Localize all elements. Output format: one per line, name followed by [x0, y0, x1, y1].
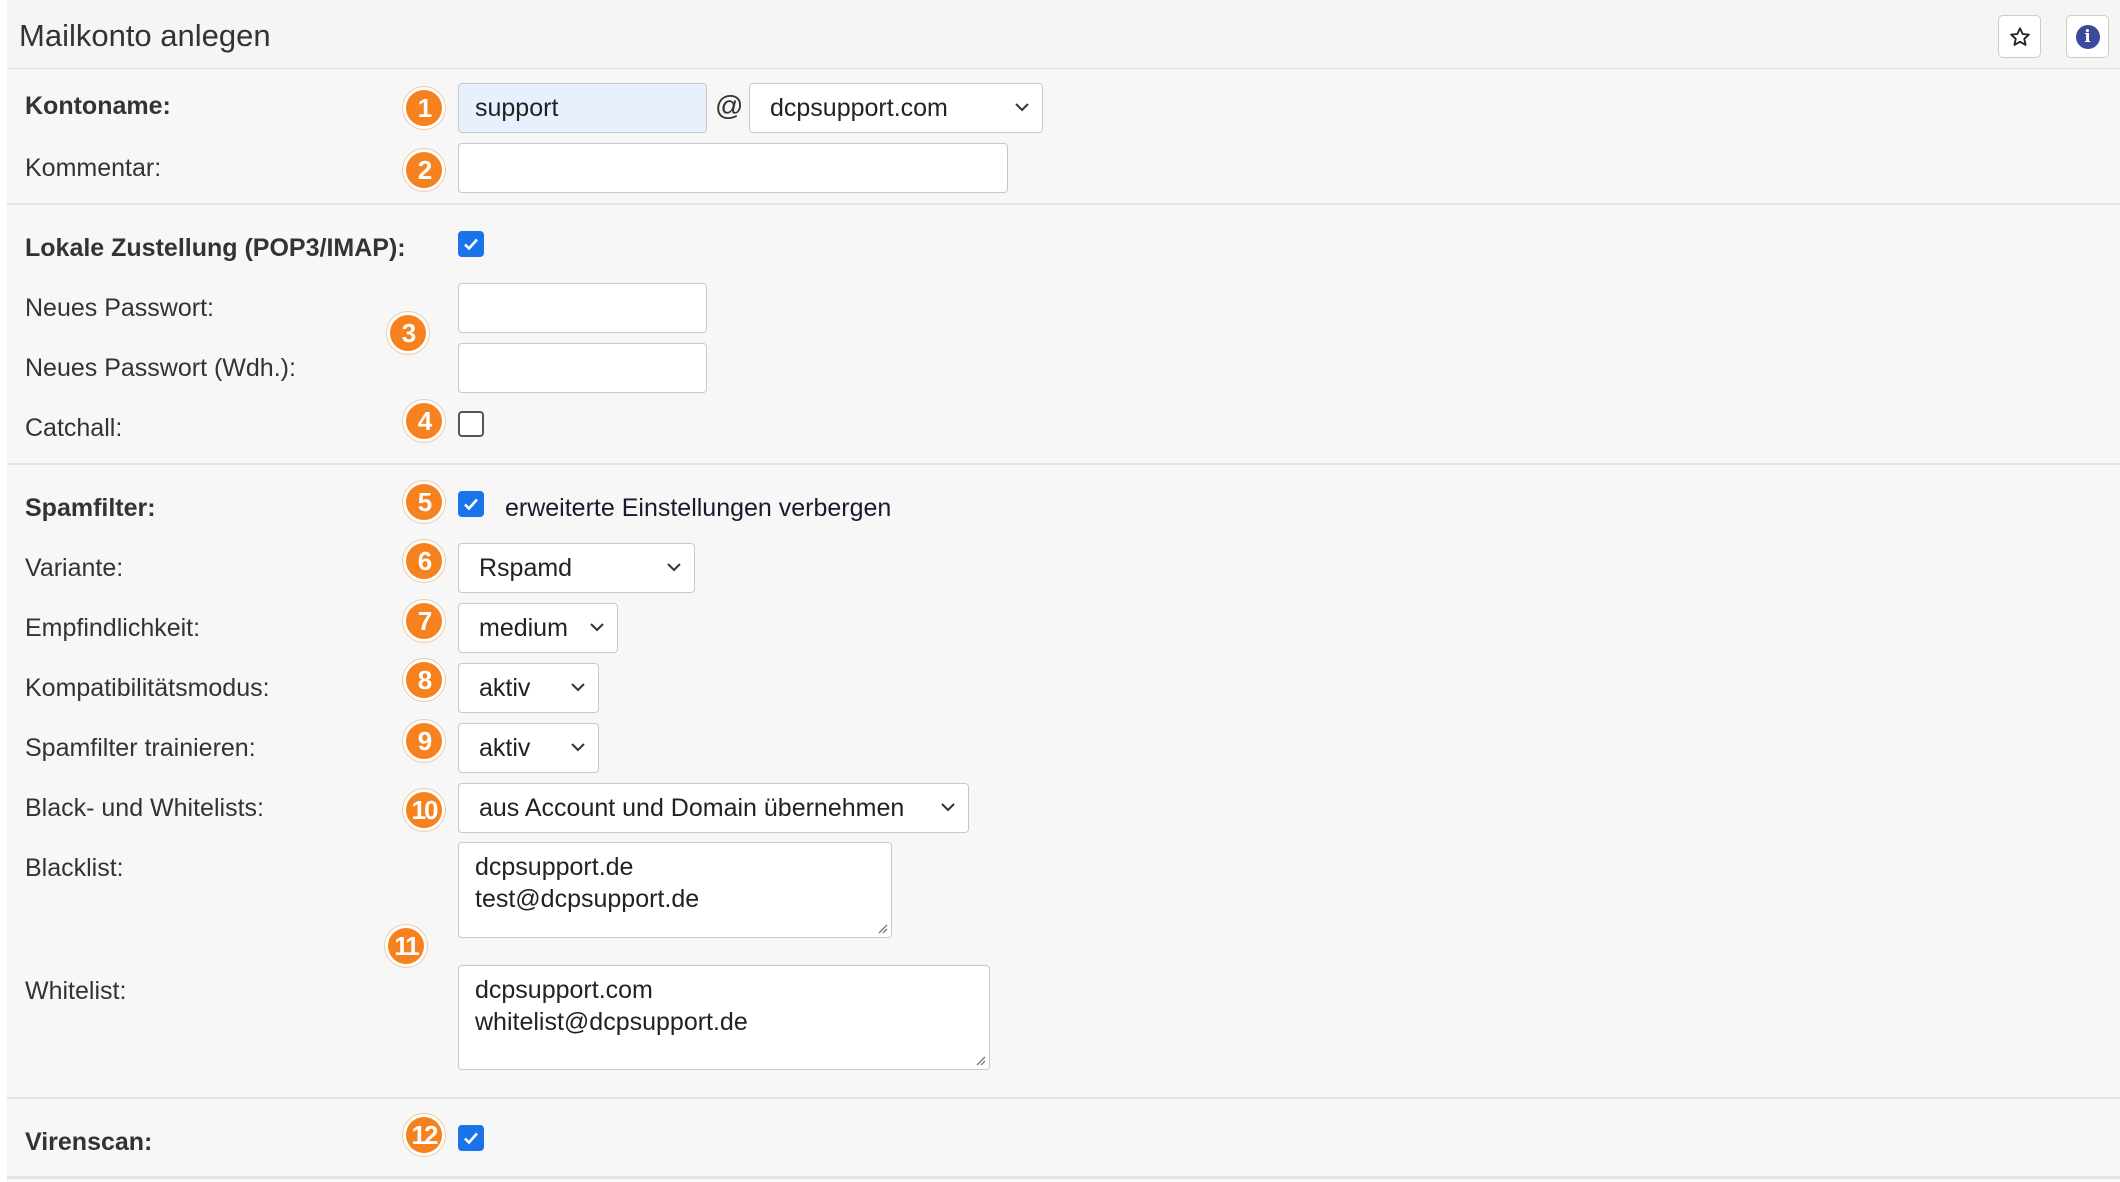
sensitivity-select-value: medium [479, 613, 568, 642]
step-badge-10: 10 [403, 789, 445, 831]
blacklist-entry: test@dcpsupport.de [475, 885, 700, 913]
blacklist-textarea[interactable]: dcpsupport.de test@dcpsupport.de [458, 842, 892, 938]
sensitivity-label: Empfindlichkeit: [25, 614, 201, 642]
comment-label: Kommentar: [25, 154, 162, 182]
step-badge-6: 6 [403, 540, 445, 582]
chevron-down-icon [571, 743, 585, 752]
form-panel [7, 0, 2120, 1182]
black-whitelists-select[interactable]: aus Account und Domain übernehmen [458, 783, 969, 833]
info-button[interactable]: i [2066, 15, 2109, 58]
spamfilter-label: Spamfilter: [25, 494, 156, 522]
sensitivity-select[interactable]: medium [458, 603, 618, 653]
black-whitelists-label: Black- und Whitelists: [25, 794, 264, 822]
step-badge-7: 7 [403, 600, 445, 642]
resize-grip-icon[interactable] [974, 1054, 986, 1066]
chevron-down-icon [590, 623, 604, 632]
comment-input[interactable] [458, 143, 1008, 193]
catchall-checkbox[interactable] [458, 411, 484, 437]
step-badge-4: 4 [403, 400, 445, 442]
favorite-button[interactable] [1998, 15, 2041, 58]
checkmark-icon [464, 238, 478, 251]
chevron-down-icon [941, 803, 955, 812]
account-name-input[interactable] [458, 83, 707, 133]
chevron-down-icon [1015, 103, 1029, 112]
whitelist-textarea[interactable]: dcpsupport.com whitelist@dcpsupport.de [458, 965, 990, 1070]
whitelist-entry: dcpsupport.com [475, 976, 653, 1004]
domain-select[interactable]: dcpsupport.com [749, 83, 1043, 133]
new-password-label: Neues Passwort: [25, 294, 214, 322]
step-badge-1: 1 [403, 87, 445, 129]
black-whitelists-select-value: aus Account und Domain übernehmen [479, 793, 905, 822]
train-spamfilter-label: Spamfilter trainieren: [25, 734, 256, 762]
domain-select-value: dcpsupport.com [770, 93, 948, 122]
step-badge-3: 3 [387, 312, 429, 354]
variant-select-value: Rspamd [479, 553, 573, 582]
checkmark-icon [464, 1132, 478, 1145]
new-password-input[interactable] [458, 283, 707, 333]
step-badge-8: 8 [403, 659, 445, 701]
variant-label: Variante: [25, 554, 124, 582]
whitelist-label: Whitelist: [25, 977, 127, 1005]
section-divider [7, 463, 2120, 465]
blacklist-label: Blacklist: [25, 854, 124, 882]
local-delivery-checkbox[interactable] [458, 231, 484, 257]
at-sign: @ [715, 90, 744, 121]
repeat-password-label: Neues Passwort (Wdh.): [25, 354, 296, 382]
spamfilter-checkbox[interactable] [458, 491, 484, 517]
star-icon [2009, 26, 2030, 46]
whitelist-entry: whitelist@dcpsupport.de [475, 1008, 748, 1036]
panel-header [7, 0, 2120, 69]
section-divider [7, 203, 2120, 205]
account-name-label: Kontoname: [25, 92, 171, 120]
local-delivery-label: Lokale Zustellung (POP3/IMAP): [25, 234, 406, 262]
step-badge-11: 11 [385, 925, 427, 967]
compat-mode-select[interactable]: aktiv [458, 663, 599, 713]
train-spamfilter-select-value: aktiv [479, 733, 531, 762]
panel-bottom-border [7, 1176, 2120, 1179]
compat-mode-select-value: aktiv [479, 673, 531, 702]
step-badge-12: 12 [403, 1114, 445, 1156]
repeat-password-input[interactable] [458, 343, 707, 393]
section-divider [7, 1097, 2120, 1099]
step-badge-2: 2 [403, 149, 445, 191]
chevron-down-icon [571, 683, 585, 692]
checkmark-icon [464, 498, 478, 511]
compat-mode-label: Kompatibilitätsmodus: [25, 674, 270, 702]
step-badge-5: 5 [403, 481, 445, 523]
chevron-down-icon [667, 563, 681, 572]
virus-scan-label: Virenscan: [25, 1128, 153, 1156]
advanced-settings-toggle[interactable]: erweiterte Einstellungen verbergen [505, 494, 891, 523]
virus-scan-checkbox[interactable] [458, 1125, 484, 1151]
step-badge-9: 9 [403, 720, 445, 762]
train-spamfilter-select[interactable]: aktiv [458, 723, 599, 773]
variant-select[interactable]: Rspamd [458, 543, 695, 593]
info-icon: i [2075, 24, 2100, 49]
page-title: Mailkonto anlegen [19, 18, 271, 53]
catchall-label: Catchall: [25, 414, 123, 442]
resize-grip-icon[interactable] [876, 922, 888, 934]
blacklist-entry: dcpsupport.de [475, 853, 634, 881]
